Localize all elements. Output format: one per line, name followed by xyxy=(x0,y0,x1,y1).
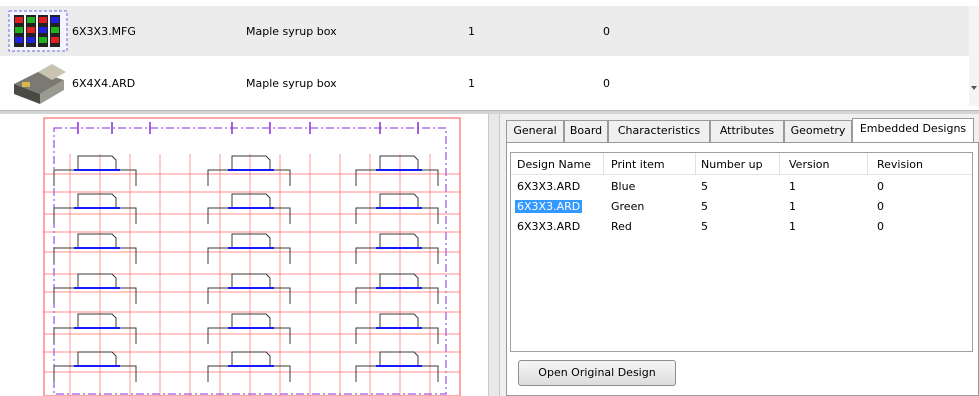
version-cell: 1 xyxy=(789,180,796,193)
scroll-down-icon[interactable] xyxy=(971,86,977,90)
print-item-cell: Blue xyxy=(611,180,636,193)
file-description: Maple syrup box xyxy=(246,77,337,90)
design-name-cell: 6X3X3.ARD xyxy=(515,200,583,213)
tab-board[interactable]: Board xyxy=(564,120,608,142)
list-item[interactable]: 6X3X3.ARD Blue 5 1 0 xyxy=(511,177,972,197)
revision-cell: 0 xyxy=(877,220,884,233)
tab-strip: General Board Characteristics Attributes… xyxy=(500,118,979,143)
column-separator[interactable] xyxy=(779,153,780,175)
layout-thumbnail-icon xyxy=(8,10,68,52)
embedded-designs-list[interactable]: Design Name Print item Number up Version… xyxy=(510,152,973,352)
box-thumbnail-icon xyxy=(14,64,66,104)
tab-characteristics[interactable]: Characteristics xyxy=(608,120,710,142)
file-name: 6X3X3.MFG xyxy=(72,25,136,38)
properties-panel: General Board Characteristics Attributes… xyxy=(500,114,979,396)
number-up-cell: 5 xyxy=(701,180,708,193)
print-item-cell: Green xyxy=(611,200,645,213)
tab-embedded-designs[interactable]: Embedded Designs xyxy=(852,118,974,143)
file-list-scrollbar[interactable] xyxy=(969,6,979,106)
revision-cell: 0 xyxy=(877,180,884,193)
file-value: 0 xyxy=(603,77,610,90)
column-header-design-name[interactable]: Design Name xyxy=(517,158,591,171)
print-item-cell: Red xyxy=(611,220,632,233)
version-cell: 1 xyxy=(789,200,796,213)
list-item[interactable]: 6X3X3.ARD Red 5 1 0 xyxy=(511,217,972,237)
tab-geometry[interactable]: Geometry xyxy=(784,120,852,142)
tab-general[interactable]: General xyxy=(506,120,564,142)
layout-preview[interactable] xyxy=(0,114,488,396)
sheet-outline xyxy=(43,117,461,396)
die-layout-drawing xyxy=(43,117,461,396)
file-quantity: 1 xyxy=(468,77,475,90)
open-original-design-button[interactable]: Open Original Design xyxy=(518,360,676,386)
column-header-version[interactable]: Version xyxy=(789,158,829,171)
design-name-cell: 6X3X3.ARD xyxy=(517,220,581,233)
number-up-cell: 5 xyxy=(701,200,708,213)
revision-cell: 0 xyxy=(877,200,884,213)
column-header-revision[interactable]: Revision xyxy=(877,158,923,171)
file-row[interactable]: 6X3X3.MFG Maple syrup box 1 0 xyxy=(0,6,969,56)
column-separator[interactable] xyxy=(695,153,696,175)
tab-attributes[interactable]: Attributes xyxy=(710,120,784,142)
column-separator[interactable] xyxy=(867,153,868,175)
list-item-selected[interactable]: 6X3X3.ARD Green 5 1 0 xyxy=(511,197,972,217)
design-name-cell: 6X3X3.ARD xyxy=(517,180,581,193)
file-description: Maple syrup box xyxy=(246,25,337,38)
file-row[interactable]: 6X4X4.ARD Maple syrup box 1 0 xyxy=(0,58,969,108)
column-separator[interactable] xyxy=(603,153,604,175)
vertical-splitter[interactable] xyxy=(488,114,500,396)
file-value: 0 xyxy=(603,25,610,38)
column-header-print-item[interactable]: Print item xyxy=(611,158,665,171)
file-name: 6X4X4.ARD xyxy=(72,77,136,90)
file-quantity: 1 xyxy=(468,25,475,38)
version-cell: 1 xyxy=(789,220,796,233)
list-header: Design Name Print item Number up Version… xyxy=(511,153,972,175)
number-up-cell: 5 xyxy=(701,220,708,233)
file-list: 6X3X3.MFG Maple syrup box 1 0 6X4X4.ARD … xyxy=(0,0,979,108)
column-header-number-up[interactable]: Number up xyxy=(701,158,763,171)
